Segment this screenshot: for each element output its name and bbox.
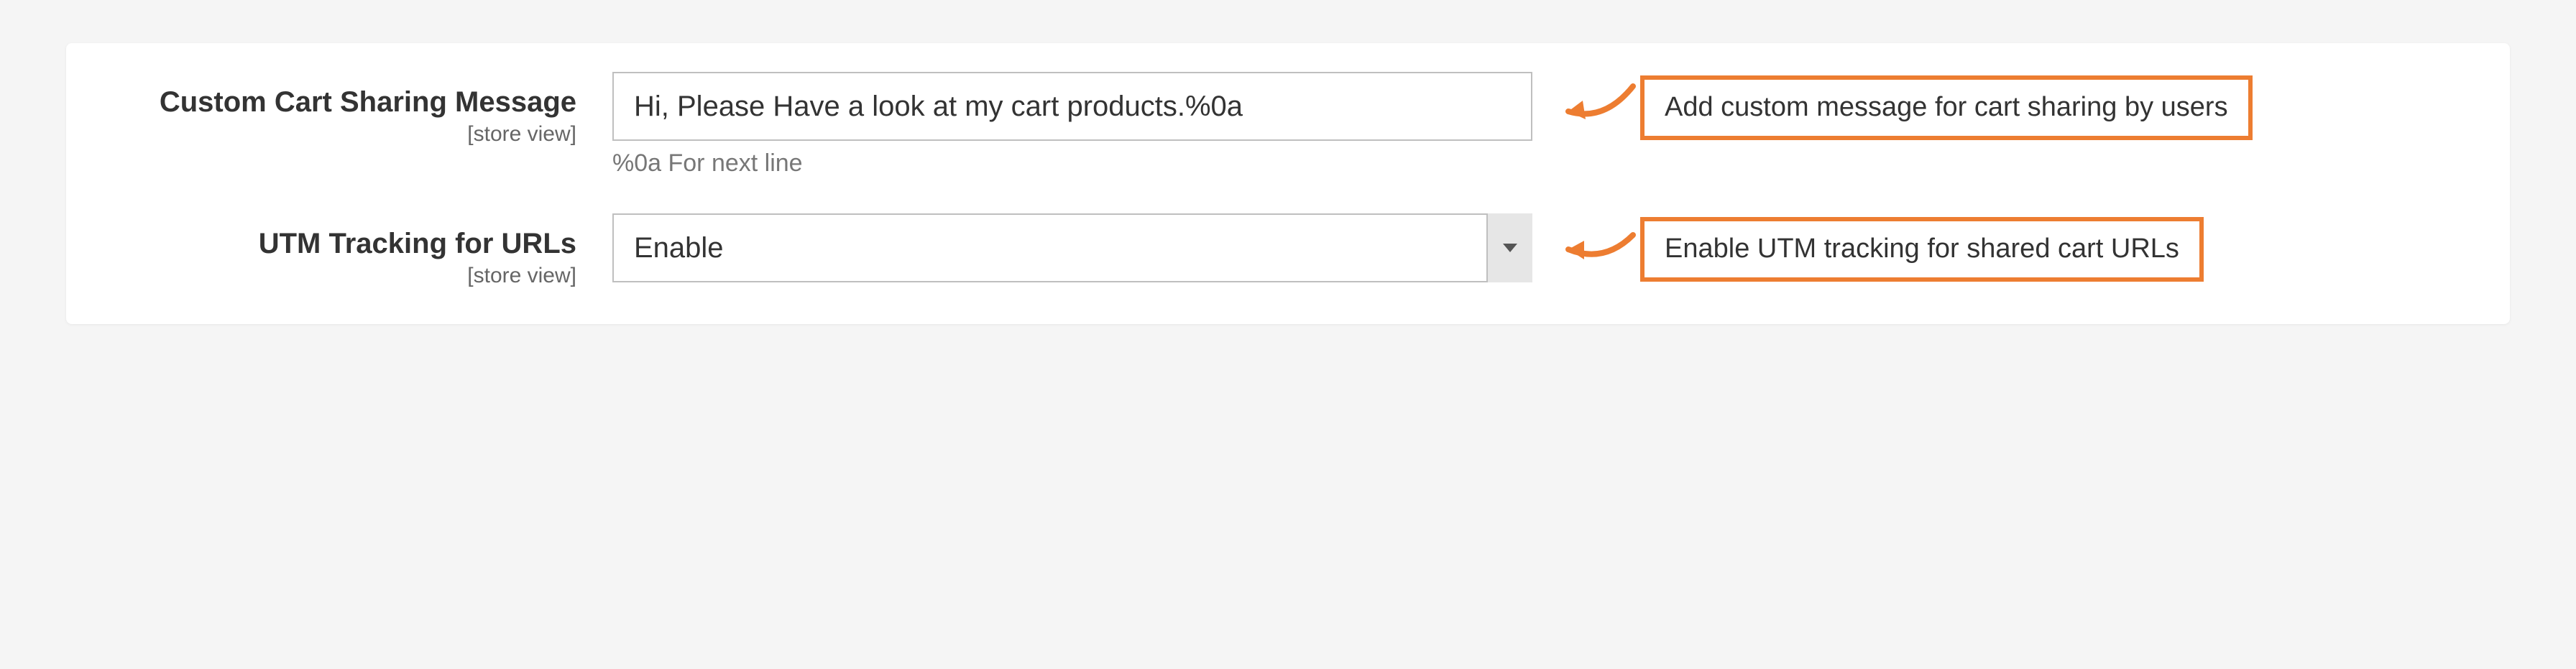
annotation-col: Add custom message for cart sharing by u… xyxy=(1554,72,2253,144)
field-scope: [store view] xyxy=(109,264,576,288)
arrow-icon xyxy=(1554,213,1640,285)
field-label-utm-tracking: UTM Tracking for URLs xyxy=(259,228,576,259)
annotation-col: Enable UTM tracking for shared cart URLs xyxy=(1554,213,2204,285)
field-label-col: Custom Cart Sharing Message [store view] xyxy=(109,72,612,147)
settings-panel: Custom Cart Sharing Message [store view]… xyxy=(66,43,2510,324)
field-row-utm-tracking: UTM Tracking for URLs [store view] Enabl… xyxy=(109,213,2467,288)
field-scope: [store view] xyxy=(109,122,576,147)
select-value: Enable xyxy=(612,213,1532,282)
field-row-custom-message: Custom Cart Sharing Message [store view]… xyxy=(109,72,2467,177)
field-control-col: Enable xyxy=(612,213,1532,282)
chevron-down-icon xyxy=(1503,244,1517,252)
select-dropdown-button[interactable] xyxy=(1486,213,1532,282)
utm-tracking-select[interactable]: Enable xyxy=(612,213,1532,282)
field-label-custom-message: Custom Cart Sharing Message xyxy=(160,86,576,118)
field-control-col: %0a For next line xyxy=(612,72,1532,177)
arrow-icon xyxy=(1554,72,1640,144)
custom-message-input[interactable] xyxy=(612,72,1532,141)
annotation-box-custom-message: Add custom message for cart sharing by u… xyxy=(1640,75,2253,139)
field-label-col: UTM Tracking for URLs [store view] xyxy=(109,213,612,288)
hint-text: %0a For next line xyxy=(612,149,1532,177)
annotation-box-utm-tracking: Enable UTM tracking for shared cart URLs xyxy=(1640,217,2204,281)
